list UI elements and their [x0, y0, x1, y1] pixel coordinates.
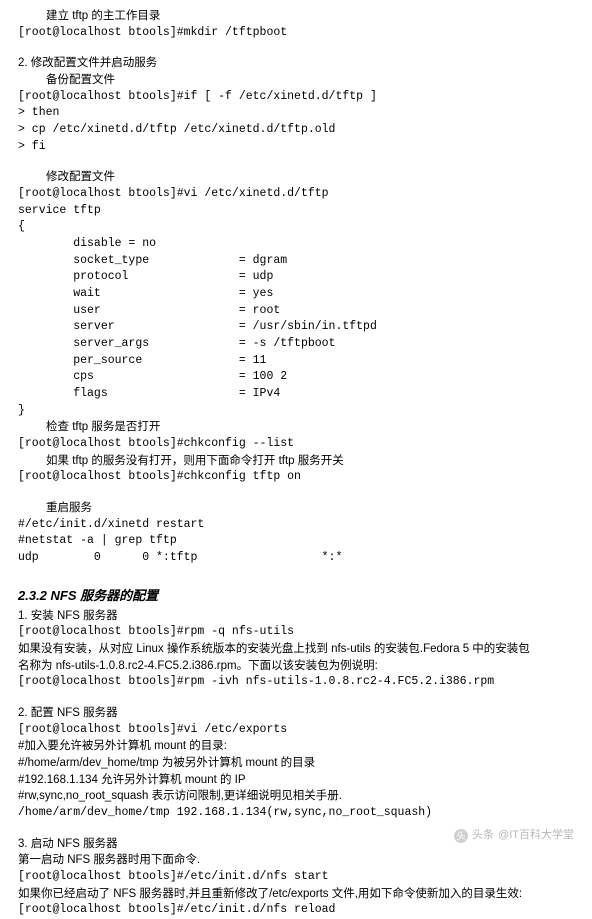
- conf-per-source: per_source = 11: [18, 353, 574, 370]
- cmd-chkconfig-on: [root@localhost btools]#chkconfig tftp o…: [18, 469, 574, 486]
- text-mkdir-title: 建立 tftp 的主工作目录: [18, 8, 574, 25]
- brace-close: }: [18, 403, 574, 420]
- cmd-chkconfig-list: [root@localhost btools]#chkconfig --list: [18, 436, 574, 453]
- cmd-xinetd-restart: #/etc/init.d/xinetd restart: [18, 517, 574, 534]
- service-tftp: service tftp: [18, 203, 574, 220]
- watermark-text: @IT百科大学堂: [498, 828, 574, 844]
- text-edit-conf: 修改配置文件: [18, 169, 574, 186]
- output-netstat: udp 0 0 *:tftp *:*: [18, 550, 574, 567]
- brace-open: {: [18, 219, 574, 236]
- watermark-icon: 头: [454, 829, 468, 843]
- blank: [18, 567, 574, 581]
- text-nfs-reload: 如果你已经启动了 NFS 服务器时,并且重新修改了/etc/exports 文件…: [18, 886, 574, 903]
- cmd-vi-exports: [root@localhost btools]#vi /etc/exports: [18, 722, 574, 739]
- conf-server: server = /usr/sbin/in.tftpd: [18, 319, 574, 336]
- conf-user: user = root: [18, 303, 574, 320]
- cmd-rpm-q: [root@localhost btools]#rpm -q nfs-utils: [18, 624, 574, 641]
- conf-protocol: protocol = udp: [18, 269, 574, 286]
- text-exports-1: #加入要允许被另外计算机 mount 的目录:: [18, 738, 574, 755]
- cmd-nfs-reload: [root@localhost btools]#/etc/init.d/nfs …: [18, 902, 574, 919]
- blank: [18, 155, 574, 169]
- conf-cps: cps = 100 2: [18, 369, 574, 386]
- blank: [18, 486, 574, 500]
- text-exports-2: #/home/arm/dev_home/tmp 为被另外计算机 mount 的目…: [18, 755, 574, 772]
- step-2-title: 2. 修改配置文件并启动服务: [18, 55, 574, 72]
- blank: [18, 691, 574, 705]
- cmd-if: [root@localhost btools]#if [ -f /etc/xin…: [18, 89, 574, 106]
- cmd-rpm-ivh: [root@localhost btools]#rpm -ivh nfs-uti…: [18, 674, 574, 691]
- conf-server-args: server_args = -s /tftpboot: [18, 336, 574, 353]
- text-nfs-install-2: 名称为 nfs-utils-1.0.8.rc2-4.FC5.2.i386.rpm…: [18, 658, 574, 675]
- cmd-then: > then: [18, 105, 574, 122]
- text-restart: 重启服务: [18, 500, 574, 517]
- text-nfs-start: 第一启动 NFS 服务器时用下面命令.: [18, 852, 574, 869]
- text-nfs-install-1: 如果没有安装，从对应 Linux 操作系统版本的安装光盘上找到 nfs-util…: [18, 641, 574, 658]
- conf-socket-type: socket_type = dgram: [18, 253, 574, 270]
- text-enable-tftp: 如果 tftp 的服务没有打开，则用下面命令打开 tftp 服务开关: [18, 453, 574, 470]
- conf-disable: disable = no: [18, 236, 574, 253]
- step-nfs-1: 1. 安装 NFS 服务器: [18, 608, 574, 625]
- watermark-prefix: 头条: [472, 828, 494, 844]
- text-check-tftp: 检查 tftp 服务是否打开: [18, 419, 574, 436]
- cmd-netstat: #netstat -a | grep tftp: [18, 533, 574, 550]
- cmd-mkdir: [root@localhost btools]#mkdir /tftpboot: [18, 25, 574, 42]
- cmd-exports-line: /home/arm/dev_home/tmp 192.168.1.134(rw,…: [18, 805, 574, 822]
- cmd-vi-tftp: [root@localhost btools]#vi /etc/xinetd.d…: [18, 186, 574, 203]
- watermark: 头 头条 @IT百科大学堂: [454, 828, 574, 844]
- text-backup-conf: 备份配置文件: [18, 72, 574, 89]
- cmd-cp: > cp /etc/xinetd.d/tftp /etc/xinetd.d/tf…: [18, 122, 574, 139]
- text-exports-4: #rw,sync,no_root_squash 表示访问限制,更详细说明见相关手…: [18, 788, 574, 805]
- cmd-nfs-start: [root@localhost btools]#/etc/init.d/nfs …: [18, 869, 574, 886]
- blank: [18, 41, 574, 55]
- step-nfs-2: 2. 配置 NFS 服务器: [18, 705, 574, 722]
- text-exports-3: #192.168.1.134 允许另外计算机 mount 的 IP: [18, 772, 574, 789]
- heading-nfs: 2.3.2 NFS 服务器的配置: [18, 587, 574, 606]
- cmd-fi: > fi: [18, 139, 574, 156]
- conf-wait: wait = yes: [18, 286, 574, 303]
- conf-flags: flags = IPv4: [18, 386, 574, 403]
